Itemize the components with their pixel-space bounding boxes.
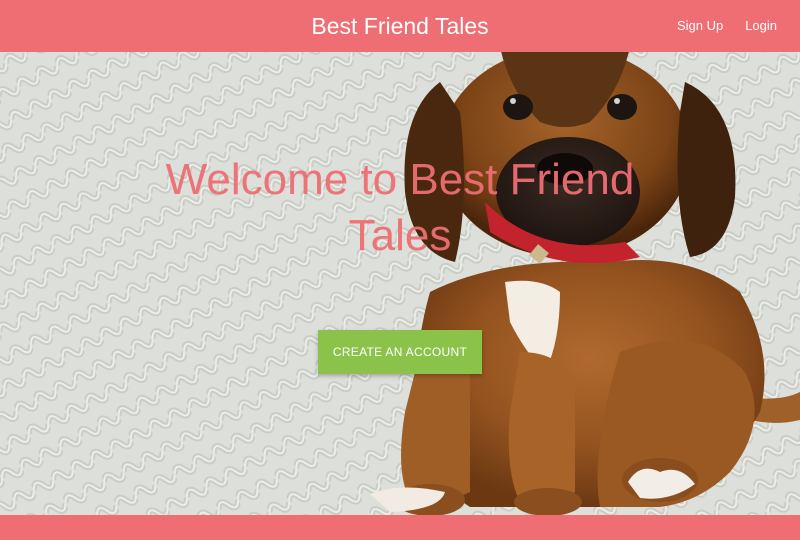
login-link[interactable]: Login	[734, 0, 788, 52]
hero-title: Welcome to Best Friend Tales	[165, 155, 635, 260]
signup-link[interactable]: Sign Up	[666, 0, 734, 52]
footer-bar	[0, 515, 800, 540]
landing-page: Best Friend Tales Sign Up Login Welcome …	[0, 0, 800, 540]
hero-content: Welcome to Best Friend Tales CREATE AN A…	[0, 52, 800, 515]
top-navbar: Best Friend Tales Sign Up Login	[0, 0, 800, 52]
create-account-button[interactable]: CREATE AN ACCOUNT	[318, 330, 482, 374]
nav-links: Sign Up Login	[666, 0, 788, 52]
